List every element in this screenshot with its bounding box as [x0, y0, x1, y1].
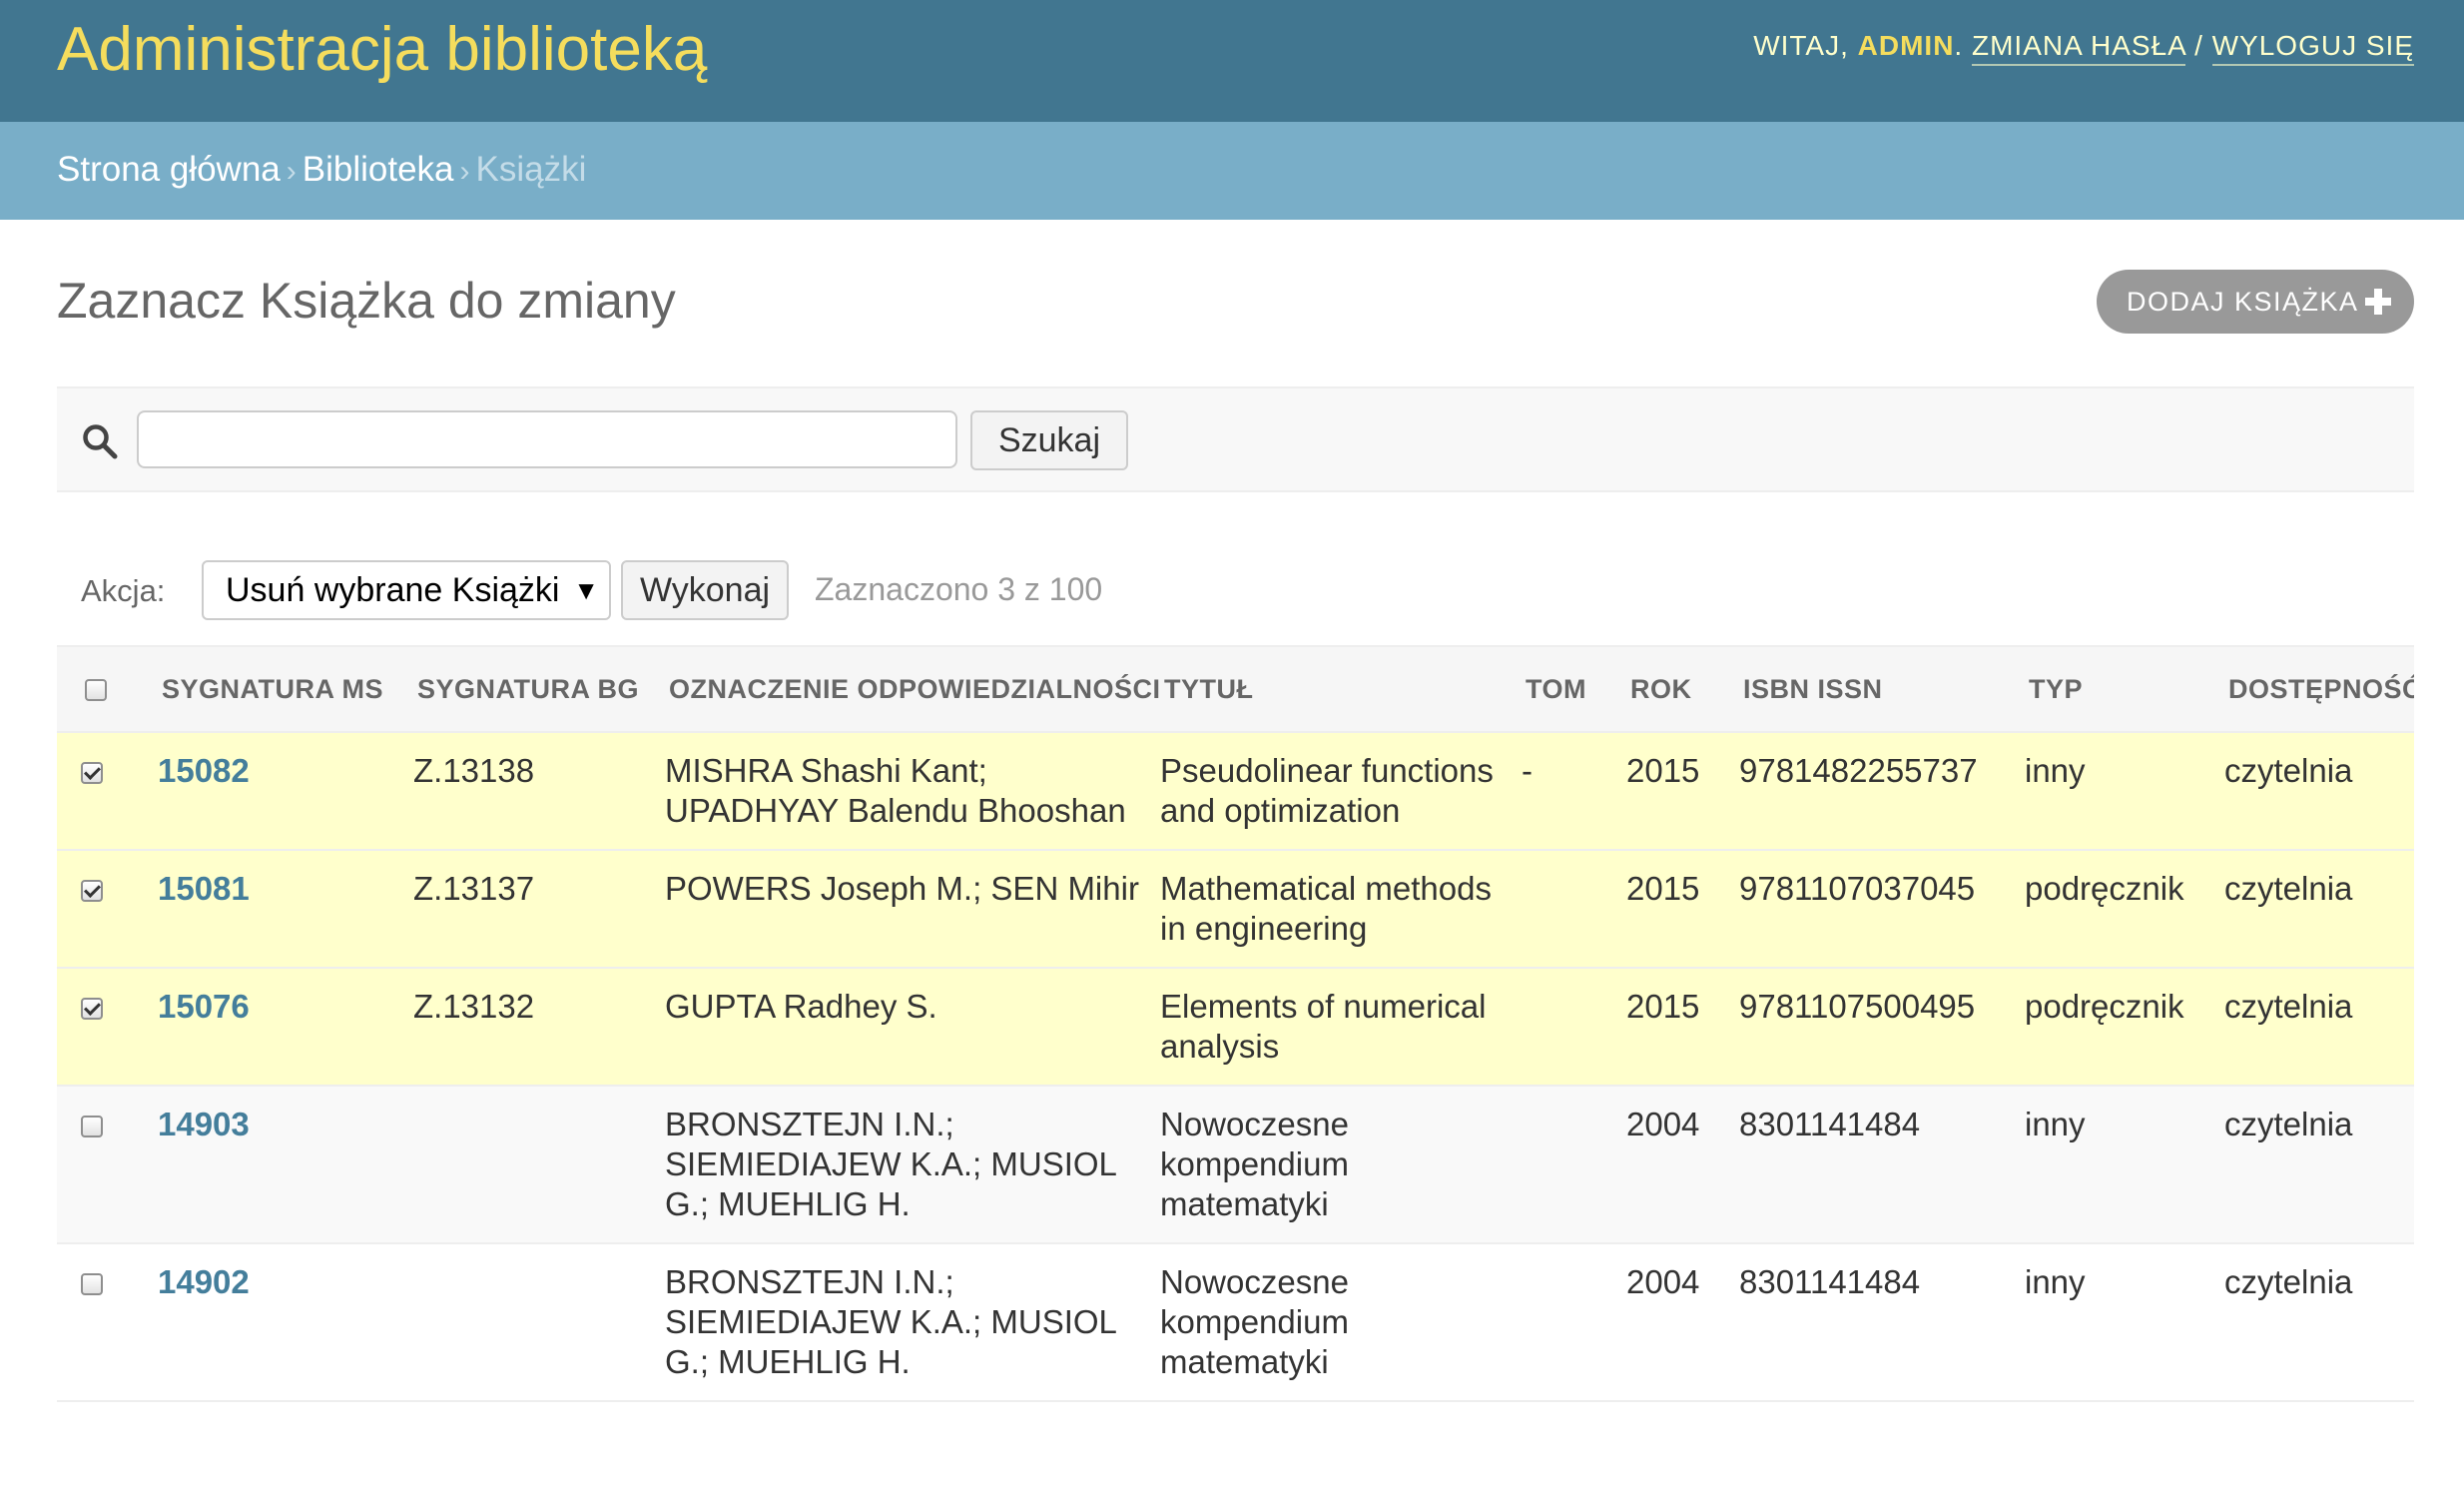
add-book-button[interactable]: DODAJ KSIĄŻKA: [2097, 270, 2414, 334]
column-header[interactable]: ISBN ISSN: [1739, 645, 2025, 733]
cell-availability: czytelnia: [2224, 850, 2414, 969]
select-all-cell: [57, 645, 158, 733]
cell-type: inny: [2025, 1243, 2224, 1402]
cell-signature-bg: Z.13132: [413, 968, 665, 1087]
book-link[interactable]: 15076: [158, 988, 250, 1025]
column-header[interactable]: ROK: [1626, 645, 1739, 733]
cell-signature-bg: Z.13138: [413, 732, 665, 851]
cell-responsibility: MISHRA Shashi Kant; UPADHYAY Balendu Bho…: [665, 732, 1160, 851]
row-checkbox[interactable]: [81, 1116, 103, 1137]
cell-year: 2004: [1626, 1086, 1739, 1244]
user-tools: WITAJ, ADMIN. ZMIANA HASŁA / WYLOGUJ SIĘ: [1753, 30, 2414, 66]
row-checkbox[interactable]: [81, 1273, 103, 1295]
table-row: 14903 BRONSZTEJN I.N.; SIEMIEDIAJEW K.A.…: [57, 1086, 2414, 1244]
cell-signature-bg: Z.13137: [413, 850, 665, 969]
cell-isbn: 9781107500495: [1739, 968, 2025, 1087]
add-book-button-label: DODAJ KSIĄŻKA: [2127, 287, 2359, 317]
action-select-value: Usuń wybrane Książki: [226, 571, 560, 609]
cell-isbn: 8301141484: [1739, 1243, 2025, 1402]
cell-year: 2004: [1626, 1243, 1739, 1402]
cell-signature-bg: [413, 1086, 665, 1244]
cell-year: 2015: [1626, 968, 1739, 1087]
row-checkbox[interactable]: [81, 998, 103, 1020]
book-link[interactable]: 14902: [158, 1263, 250, 1300]
cell-availability: czytelnia: [2224, 1243, 2414, 1402]
table-row: 14902 BRONSZTEJN I.N.; SIEMIEDIAJEW K.A.…: [57, 1243, 2414, 1402]
cell-title: Pseudolinear functions and optimization: [1160, 732, 1522, 851]
column-header[interactable]: OZNACZENIE ODPOWIEDZIALNOŚCI: [665, 645, 1160, 733]
cell-type: podręcznik: [2025, 968, 2224, 1087]
cell-year: 2015: [1626, 850, 1739, 969]
cell-title: Elements of numerical analysis: [1160, 968, 1522, 1087]
change-password-link[interactable]: ZMIANA HASŁA: [1971, 30, 2186, 66]
breadcrumb-separator: ›: [286, 155, 297, 188]
cell-year: 2015: [1626, 732, 1739, 851]
column-header[interactable]: TOM: [1522, 645, 1626, 733]
logout-link[interactable]: WYLOGUJ SIĘ: [2211, 30, 2414, 66]
cell-isbn: 9781482255737: [1739, 732, 2025, 851]
header: Administracja biblioteką WITAJ, ADMIN. Z…: [0, 0, 2464, 122]
cell-volume: [1522, 1086, 1626, 1244]
cell-responsibility: GUPTA Radhey S.: [665, 968, 1160, 1087]
row-checkbox[interactable]: [81, 880, 103, 902]
table-row: 15076 Z.13132 GUPTA Radhey S. Elements o…: [57, 968, 2414, 1087]
cell-volume: -: [1522, 732, 1626, 851]
cell-type: podręcznik: [2025, 850, 2224, 969]
selection-counter: Zaznaczono 3 z 100: [815, 571, 1103, 607]
book-link[interactable]: 14903: [158, 1106, 250, 1142]
cell-isbn: 9781107037045: [1739, 850, 2025, 969]
select-all-checkbox[interactable]: [85, 679, 107, 702]
cell-title: Nowoczesne kompendium matematyki: [1160, 1243, 1522, 1402]
column-header[interactable]: TYTUŁ: [1160, 645, 1522, 733]
column-header[interactable]: SYGNATURA MS: [158, 645, 413, 733]
row-checkbox[interactable]: [81, 762, 103, 784]
user-tools-separator: /: [2194, 30, 2203, 61]
cell-availability: czytelnia: [2224, 968, 2414, 1087]
table-row: 15082 Z.13138 MISHRA Shashi Kant; UPADHY…: [57, 732, 2414, 851]
book-link[interactable]: 15082: [158, 752, 250, 789]
caret-down-icon: ▼: [573, 575, 599, 605]
search-toolbar: Szukaj: [57, 386, 2414, 492]
cell-type: inny: [2025, 732, 2224, 851]
welcome-text: WITAJ,: [1753, 30, 1849, 61]
action-label: Akcja:: [81, 573, 166, 608]
breadcrumb-app[interactable]: Biblioteka: [303, 150, 454, 189]
search-input[interactable]: [137, 410, 957, 468]
table-header-row: SYGNATURA MS SYGNATURA BG OZNACZENIE ODP…: [57, 645, 2414, 733]
cell-signature-bg: [413, 1243, 665, 1402]
cell-volume: [1522, 1243, 1626, 1402]
column-header[interactable]: DOSTĘPNOŚĆ: [2224, 645, 2414, 733]
run-action-button[interactable]: Wykonaj: [621, 560, 789, 620]
cell-volume: [1522, 968, 1626, 1087]
page-title: Zaznacz Książka do zmiany: [57, 273, 676, 329]
username: ADMIN: [1857, 30, 1955, 61]
cell-type: inny: [2025, 1086, 2224, 1244]
search-button[interactable]: Szukaj: [970, 410, 1128, 470]
site-title[interactable]: Administracja biblioteką: [57, 14, 707, 85]
breadcrumb-current: Książki: [475, 150, 587, 189]
breadcrumb: Strona główna › Biblioteka › Książki: [0, 122, 2464, 220]
cell-responsibility: BRONSZTEJN I.N.; SIEMIEDIAJEW K.A.; MUSI…: [665, 1086, 1160, 1244]
cell-availability: czytelnia: [2224, 1086, 2414, 1244]
cell-responsibility: POWERS Joseph M.; SEN Mihir: [665, 850, 1160, 969]
results-table: SYGNATURA MS SYGNATURA BG OZNACZENIE ODP…: [57, 645, 2414, 1402]
table-row: 15081 Z.13137 POWERS Joseph M.; SEN Mihi…: [57, 850, 2414, 969]
search-icon: [83, 424, 118, 459]
cell-title: Mathematical methods in engineering: [1160, 850, 1522, 969]
cell-responsibility: BRONSZTEJN I.N.; SIEMIEDIAJEW K.A.; MUSI…: [665, 1243, 1160, 1402]
cell-isbn: 8301141484: [1739, 1086, 2025, 1244]
plus-icon: [2365, 289, 2391, 315]
breadcrumb-home[interactable]: Strona główna: [57, 150, 281, 189]
cell-availability: czytelnia: [2224, 732, 2414, 851]
column-header[interactable]: SYGNATURA BG: [413, 645, 665, 733]
column-header[interactable]: TYP: [2025, 645, 2224, 733]
action-select[interactable]: Usuń wybrane Książki ▼: [202, 560, 611, 620]
book-link[interactable]: 15081: [158, 870, 250, 907]
breadcrumb-separator: ›: [459, 155, 470, 188]
cell-volume: [1522, 850, 1626, 969]
cell-title: Nowoczesne kompendium matematyki: [1160, 1086, 1522, 1244]
